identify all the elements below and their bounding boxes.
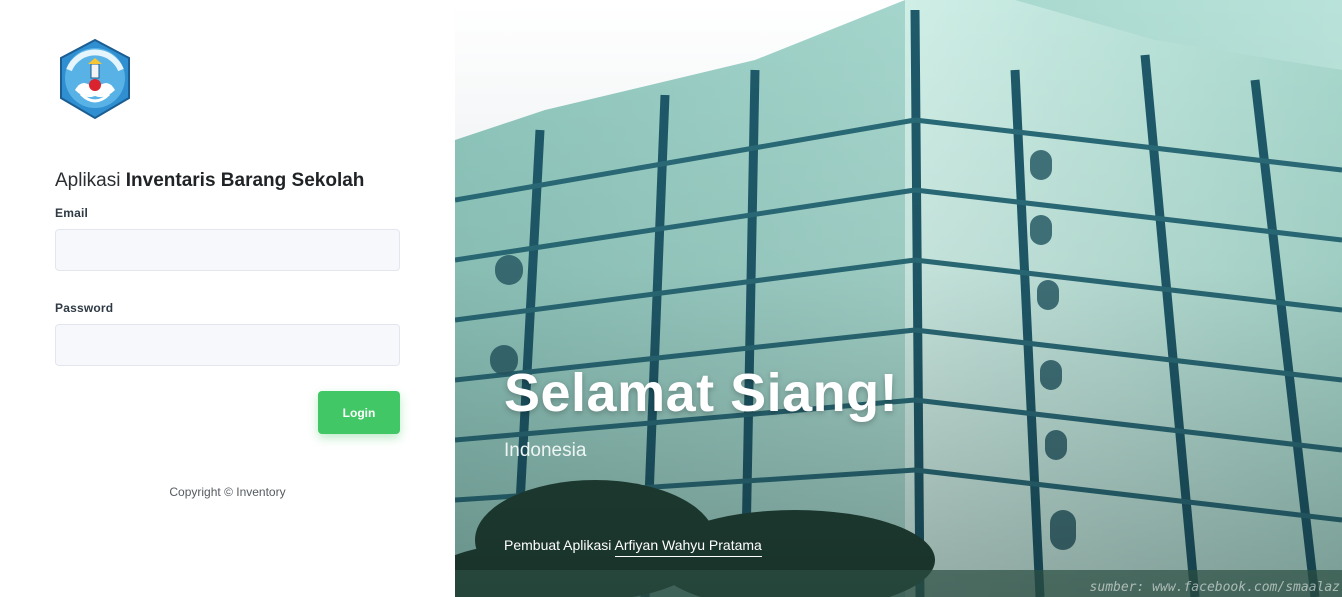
credit-line: Pembuat Aplikasi Arfiyan Wahyu Pratama <box>504 537 762 557</box>
location-text: Indonesia <box>504 440 587 461</box>
photo-source-watermark: sumber: www.facebook.com/smaalaz <box>1089 580 1340 595</box>
password-field[interactable] <box>55 324 400 366</box>
credit-prefix: Pembuat Aplikasi <box>504 537 612 553</box>
hero-panel: Selamat Siang! Indonesia Pembuat Aplikas… <box>455 0 1342 597</box>
author-link[interactable]: Arfiyan Wahyu Pratama <box>614 537 762 557</box>
login-panel: Aplikasi Inventaris Barang Sekolah Email… <box>0 0 455 597</box>
greeting-heading: Selamat Siang! <box>504 363 899 423</box>
app-title: Aplikasi Inventaris Barang Sekolah <box>55 170 365 191</box>
email-label: Email <box>55 206 89 220</box>
email-field[interactable] <box>55 229 400 271</box>
login-button[interactable]: Login <box>318 391 400 434</box>
copyright-text: Copyright © Inventory <box>169 485 286 499</box>
password-label: Password <box>55 301 114 315</box>
tut-wuri-handayani-logo <box>60 38 130 120</box>
